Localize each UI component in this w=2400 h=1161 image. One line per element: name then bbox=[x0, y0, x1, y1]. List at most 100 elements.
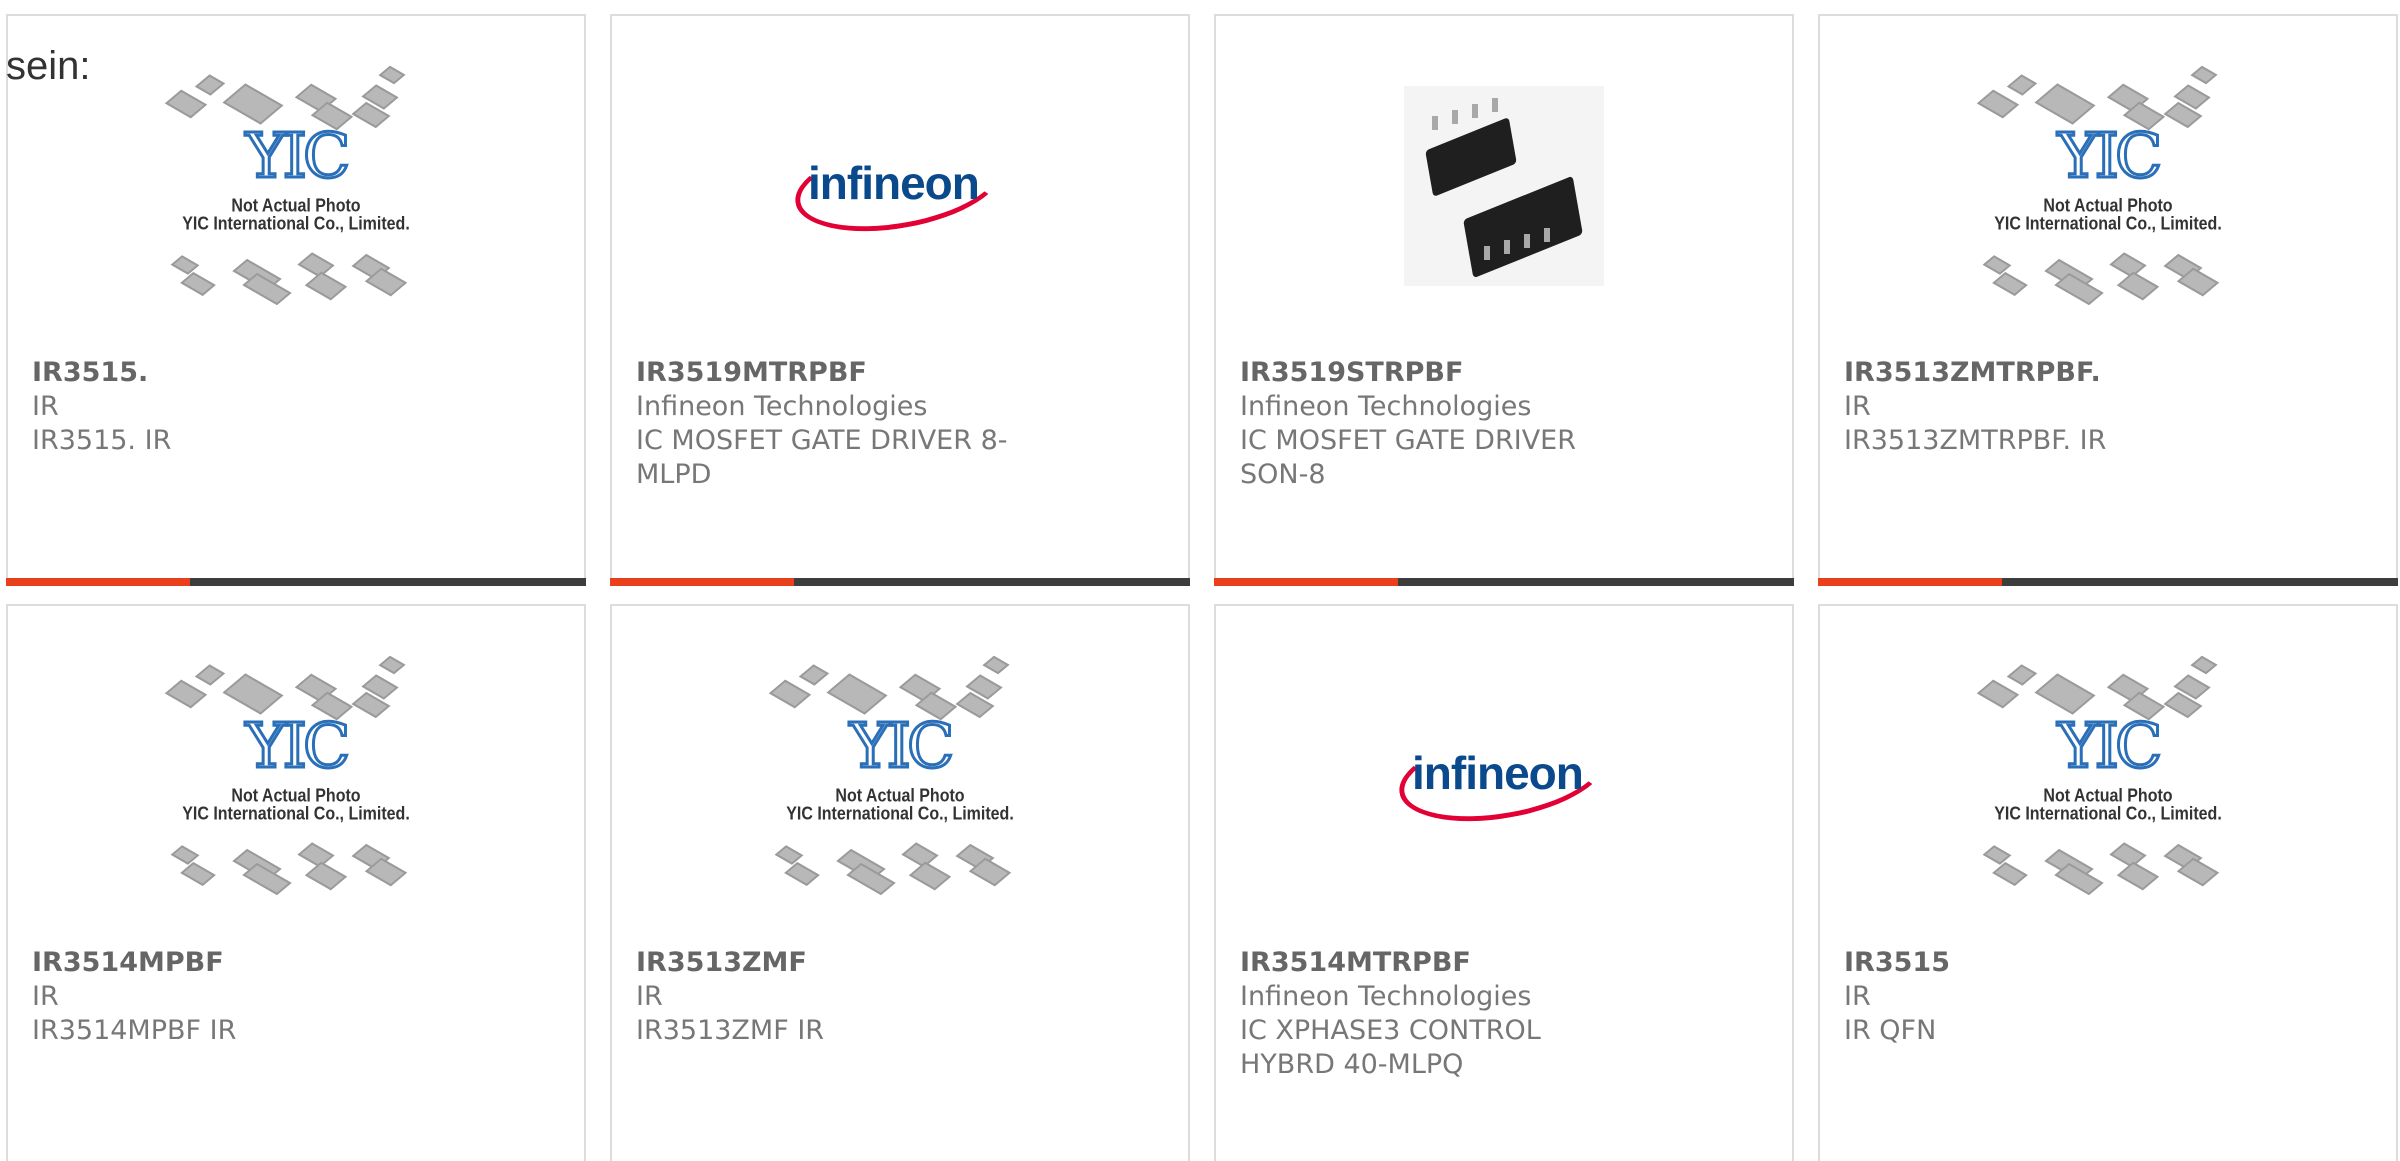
card-progress-accent bbox=[1214, 578, 1398, 586]
product-image[interactable]: YIC Not Actual Photo YIC International Co.… bbox=[612, 606, 1188, 946]
product-card[interactable]: YIC Not Actual Photo YIC International Co.… bbox=[1818, 14, 2398, 586]
chip-lead-shape bbox=[1432, 116, 1438, 130]
intro-text: sein: bbox=[6, 44, 91, 88]
product-card[interactable]: YIC Not Actual Photo YIC International Co.… bbox=[610, 604, 1190, 1161]
package-shape-icon bbox=[194, 74, 226, 96]
product-description: IC XPHASE3 CONTROL HYBRD 40-MLPQ bbox=[1240, 1015, 1541, 1080]
package-shape-icon bbox=[774, 845, 804, 865]
product-image[interactable]: YIC Not Actual Photo YIC International Co.… bbox=[1820, 606, 2396, 946]
package-shape-icon bbox=[304, 861, 348, 891]
package-shape-icon bbox=[242, 862, 292, 896]
product-info: IR3514MPBF IR IR3514MPBF IR bbox=[32, 946, 560, 1048]
package-shape-icon bbox=[908, 861, 952, 891]
package-shape-icon bbox=[982, 655, 1010, 675]
card-progress-accent bbox=[6, 578, 190, 586]
yic-company-caption: YIC International Co., Limited. bbox=[182, 804, 410, 825]
yic-company-caption: YIC International Co., Limited. bbox=[182, 214, 410, 235]
product-part-number[interactable]: IR3515 bbox=[1844, 946, 2372, 980]
card-progress-bar bbox=[1818, 578, 2398, 586]
package-shape-icon bbox=[170, 845, 200, 865]
package-shape-icon bbox=[768, 679, 812, 709]
product-manufacturer: IR bbox=[1844, 981, 1871, 1012]
yic-placeholder-icon: YIC Not Actual Photo YIC International Co.… bbox=[765, 655, 1035, 896]
package-shape-icon bbox=[2190, 655, 2218, 675]
package-shape-icon bbox=[2054, 272, 2104, 306]
infineon-logo-icon: infineon bbox=[1392, 714, 1614, 836]
card-progress-bar bbox=[6, 578, 586, 586]
infineon-logo-text: infineon bbox=[1412, 747, 1584, 799]
package-shape-icon bbox=[2006, 664, 2038, 686]
package-shape-icon bbox=[180, 862, 216, 886]
chip-lead-shape bbox=[1472, 104, 1478, 118]
product-part-number[interactable]: IR3519MTRPBF bbox=[636, 356, 1164, 390]
package-shape-icon bbox=[2116, 861, 2160, 891]
package-shape-icon bbox=[242, 272, 292, 306]
chip-body-shape bbox=[1463, 175, 1583, 279]
package-shape-icon bbox=[1992, 862, 2028, 886]
product-card[interactable]: YIC Not Actual Photo YIC International Co.… bbox=[1818, 604, 2398, 1161]
product-image[interactable]: YIC Not Actual Photo YIC International Co.… bbox=[8, 16, 584, 356]
product-card[interactable]: YIC Not Actual Photo YIC International Co.… bbox=[6, 14, 586, 586]
package-shape-icon bbox=[170, 255, 200, 275]
yic-company-caption: YIC International Co., Limited. bbox=[786, 804, 1014, 825]
package-shape-icon bbox=[297, 842, 335, 868]
package-shape-icon bbox=[304, 271, 348, 301]
package-shape-icon bbox=[784, 862, 820, 886]
product-grid-page: sein: YIC Not Actual Photo YIC Internation… bbox=[0, 0, 2400, 1161]
package-shape-icon bbox=[1982, 255, 2012, 275]
yic-placeholder-icon: YIC Not Actual Photo YIC International Co.… bbox=[161, 655, 431, 896]
yic-company-caption: YIC International Co., Limited. bbox=[1994, 804, 2222, 825]
yic-logo-text: YIC bbox=[2056, 119, 2164, 192]
package-shape-icon bbox=[378, 655, 406, 675]
product-card[interactable]: IR3519STRPBF Infineon Technologies IC MOSF… bbox=[1214, 14, 1794, 586]
product-description: IC MOSFET GATE DRIVER SON-8 bbox=[1240, 425, 1576, 490]
product-card[interactable]: YIC Not Actual Photo YIC International Co.… bbox=[6, 604, 586, 1161]
package-shape-icon bbox=[1992, 272, 2028, 296]
package-shape-icon bbox=[194, 664, 226, 686]
product-info: IR3513ZMTRPBF. IR IR3513ZMTRPBF. IR bbox=[1844, 356, 2372, 458]
yic-placeholder-icon: YIC Not Actual Photo YIC International Co.… bbox=[1973, 65, 2243, 306]
yic-logo-text: YIC bbox=[244, 709, 352, 782]
package-shape-icon bbox=[164, 89, 208, 119]
product-part-number[interactable]: IR3515. bbox=[32, 356, 560, 390]
infineon-logo-icon: infineon bbox=[788, 124, 1010, 246]
package-shape-icon bbox=[901, 842, 939, 868]
package-shape-icon bbox=[2006, 74, 2038, 96]
product-part-number[interactable]: IR3513ZMTRPBF. bbox=[1844, 356, 2372, 390]
product-manufacturer: IR bbox=[32, 391, 59, 422]
card-progress-accent bbox=[1818, 578, 2002, 586]
product-part-number[interactable]: IR3513ZMF bbox=[636, 946, 1164, 980]
product-description: IR QFN bbox=[1844, 1015, 1937, 1046]
chip-lead-shape bbox=[1492, 98, 1498, 112]
product-image[interactable]: YIC Not Actual Photo YIC International Co.… bbox=[8, 606, 584, 946]
chip-body-shape bbox=[1425, 116, 1517, 198]
product-description: IC MOSFET GATE DRIVER 8-MLPD bbox=[636, 425, 1008, 490]
yic-placeholder-icon: YIC Not Actual Photo YIC International Co.… bbox=[161, 65, 431, 306]
product-card[interactable]: infineon IR3519MTRPBF Infineon Technologie… bbox=[610, 14, 1190, 586]
product-manufacturer: Infineon Technologies bbox=[1240, 391, 1532, 422]
card-progress-bar bbox=[1214, 578, 1794, 586]
product-manufacturer: Infineon Technologies bbox=[636, 391, 928, 422]
product-info: IR3513ZMF IR IR3513ZMF IR bbox=[636, 946, 1164, 1048]
product-image[interactable] bbox=[1216, 16, 1792, 356]
package-shape-icon bbox=[180, 272, 216, 296]
product-manufacturer: IR bbox=[636, 981, 663, 1012]
product-part-number[interactable]: IR3514MTRPBF bbox=[1240, 946, 1768, 980]
yic-logo-text: YIC bbox=[848, 709, 956, 782]
product-part-number[interactable]: IR3514MPBF bbox=[32, 946, 560, 980]
package-shape-icon bbox=[1976, 679, 2020, 709]
package-shape-icon bbox=[2109, 842, 2147, 868]
chip-lead-shape bbox=[1452, 110, 1458, 124]
card-progress-bar bbox=[610, 578, 1190, 586]
product-part-number[interactable]: IR3519STRPBF bbox=[1240, 356, 1768, 390]
package-shape-icon bbox=[2109, 252, 2147, 278]
product-description: IR3515. IR bbox=[32, 425, 172, 456]
product-manufacturer: IR bbox=[32, 981, 59, 1012]
product-image[interactable]: infineon bbox=[612, 16, 1188, 356]
product-description: IR3513ZMTRPBF. IR bbox=[1844, 425, 2107, 456]
product-image[interactable]: YIC Not Actual Photo YIC International Co.… bbox=[1820, 16, 2396, 356]
product-info: IR3515 IR IR QFN bbox=[1844, 946, 2372, 1048]
product-image[interactable]: infineon bbox=[1216, 606, 1792, 946]
yic-logo-text: YIC bbox=[2056, 709, 2164, 782]
product-card[interactable]: infineon IR3514MTRPBF Infineon Technologie… bbox=[1214, 604, 1794, 1161]
